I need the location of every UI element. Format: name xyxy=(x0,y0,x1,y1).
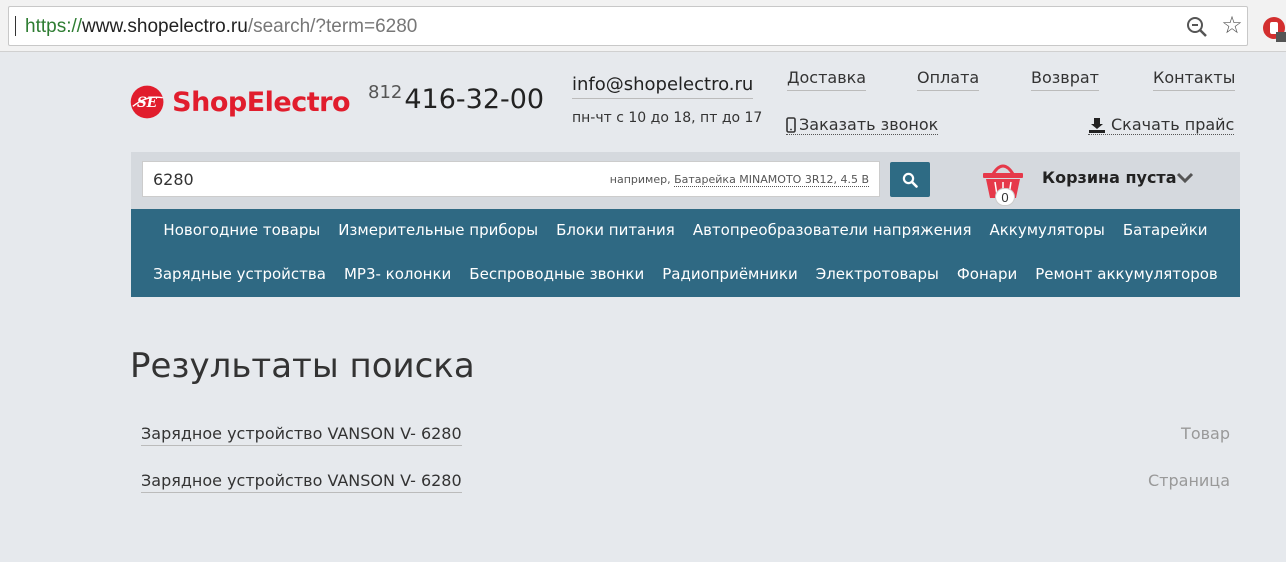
search-icon xyxy=(902,172,918,188)
category-measuring[interactable]: Измерительные приборы xyxy=(329,221,547,239)
search-bar-section: например, Батарейка MINAMOTO 3R12, 4.5 В… xyxy=(131,152,1240,209)
category-electrical[interactable]: Электротовары xyxy=(807,265,948,283)
logo-mark-text: SE xyxy=(137,95,158,111)
category-accumulators[interactable]: Аккумуляторы xyxy=(980,221,1113,239)
site-logo[interactable]: SE ShopElectro xyxy=(130,78,350,126)
phone-number[interactable]: 812416-32-00 xyxy=(368,82,545,115)
search-field-wrapper: например, Батарейка MINAMOTO 3R12, 4.5 В xyxy=(142,161,880,197)
cart-count-badge: 0 xyxy=(995,188,1015,206)
nav-delivery[interactable]: Доставка xyxy=(787,68,867,91)
result-row: Зарядное устройство VANSON V- 6280 Товар xyxy=(141,424,1230,450)
category-row-1: Новогодние товары Измерительные приборы … xyxy=(131,221,1240,239)
url-host: www.shopelectro.ru xyxy=(82,16,248,37)
category-mp3-speakers[interactable]: МР3- колонки xyxy=(335,265,460,283)
callback-link[interactable]: Заказать звонок xyxy=(786,115,939,135)
nav-contacts[interactable]: Контакты xyxy=(1153,68,1236,91)
mobile-phone-icon xyxy=(786,116,796,133)
nav-return[interactable]: Возврат xyxy=(1031,68,1099,91)
search-example-prefix: например, xyxy=(609,173,671,186)
category-car-inverters[interactable]: Автопреобразователи напряжения xyxy=(684,221,981,239)
category-battery-repair[interactable]: Ремонт аккумуляторов xyxy=(1026,265,1227,283)
category-new-year[interactable]: Новогодние товары xyxy=(154,221,329,239)
url-scheme: https:// xyxy=(25,16,83,37)
search-example-hint: например, Батарейка MINAMOTO 3R12, 4.5 В xyxy=(609,173,869,187)
working-hours: пн-чт с 10 до 18, пт до 17 xyxy=(572,110,763,126)
result-link[interactable]: Зарядное устройство VANSON V- 6280 xyxy=(141,424,462,446)
category-power-supplies[interactable]: Блоки питания xyxy=(547,221,684,239)
result-link[interactable]: Зарядное устройство VANSON V- 6280 xyxy=(141,471,462,493)
url-text[interactable]: https://www.shopelectro.ru/search/?term=… xyxy=(25,16,417,38)
nav-payment[interactable]: Оплата xyxy=(917,68,980,91)
cart-status-label[interactable]: Корзина пуста xyxy=(1042,168,1177,187)
url-path: /search/?term=6280 xyxy=(247,16,418,37)
zoom-icon[interactable] xyxy=(1185,15,1209,39)
download-label: Скачать прайс xyxy=(1111,115,1235,134)
category-navigation: Новогодние товары Измерительные приборы … xyxy=(131,209,1240,297)
logo-mark-icon: SE xyxy=(130,85,164,119)
download-icon xyxy=(1089,117,1105,133)
extension-icon[interactable] xyxy=(1262,16,1286,42)
browser-toolbar: https://www.shopelectro.ru/search/?term=… xyxy=(0,0,1286,52)
download-price-link[interactable]: Скачать прайс xyxy=(1088,115,1235,135)
search-button[interactable] xyxy=(890,162,930,197)
category-radios[interactable]: Радиоприёмники xyxy=(653,265,807,283)
result-type: Товар xyxy=(1181,424,1230,443)
callback-label: Заказать звонок xyxy=(799,115,939,134)
text-cursor xyxy=(15,16,16,36)
email-link[interactable]: info@shopelectro.ru xyxy=(572,74,754,99)
category-flashlights[interactable]: Фонари xyxy=(948,265,1026,283)
phone-digits: 416-32-00 xyxy=(404,84,545,115)
search-example-link[interactable]: Батарейка MINAMOTO 3R12, 4.5 В xyxy=(674,173,869,187)
phone-code: 812 xyxy=(368,82,403,103)
result-type: Страница xyxy=(1147,471,1230,490)
bookmark-star-icon[interactable]: ☆ xyxy=(1219,13,1245,39)
chevron-down-icon[interactable] xyxy=(1175,170,1195,186)
category-wireless-doorbells[interactable]: Беспроводные звонки xyxy=(460,265,653,283)
address-bar[interactable]: https://www.shopelectro.ru/search/?term=… xyxy=(8,6,1248,46)
category-chargers[interactable]: Зарядные устройства xyxy=(144,265,335,283)
category-row-2: Зарядные устройства МР3- колонки Беспров… xyxy=(131,265,1240,283)
page-title: Результаты поиска xyxy=(130,346,475,386)
category-batteries[interactable]: Батарейки xyxy=(1114,221,1217,239)
logo-text: ShopElectro xyxy=(172,86,350,118)
result-row: Зарядное устройство VANSON V- 6280 Стран… xyxy=(141,471,1230,497)
